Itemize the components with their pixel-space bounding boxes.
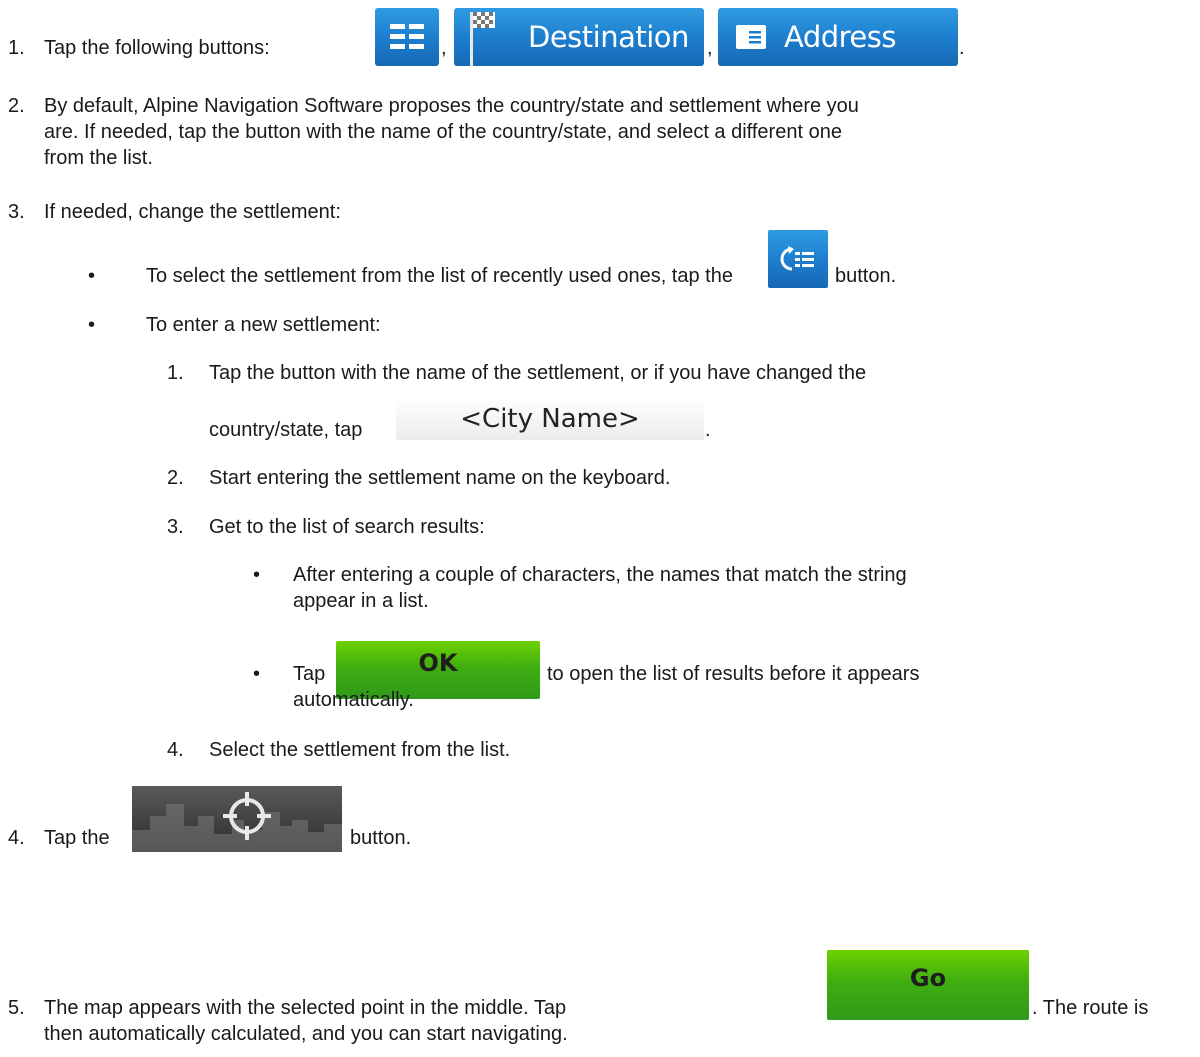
- bullet-glyph: •: [253, 663, 261, 685]
- bullet-recent-after: button.: [835, 265, 897, 287]
- step2-line-3: from the list.: [44, 147, 153, 169]
- ok-label: OK: [418, 649, 458, 677]
- step4-before: Tap the: [44, 827, 110, 849]
- city-name-button[interactable]: <City Name>: [396, 398, 704, 440]
- recent-settlements-button[interactable]: [768, 230, 828, 288]
- bullet-glyph: •: [88, 265, 96, 287]
- sub4-text: Select the settlement from the list.: [209, 739, 511, 761]
- step4-after: button.: [350, 827, 412, 849]
- menu-grid-icon: [390, 24, 424, 49]
- bullet-new-text: To enter a new settlement:: [146, 314, 381, 336]
- sub3-bullet2-line-2: automatically.: [293, 689, 414, 711]
- address-label: Address: [784, 20, 897, 54]
- go-label: Go: [909, 964, 947, 992]
- sub1-line-2: country/state, tap: [209, 419, 363, 441]
- go-button[interactable]: Go: [827, 950, 1029, 1020]
- sub2-text: Start entering the settlement name on th…: [209, 467, 671, 489]
- step1-comma-1: ,: [441, 37, 447, 59]
- address-button[interactable]: Address: [718, 8, 958, 66]
- checkered-flag-icon: [470, 12, 495, 66]
- sub1-number: 1.: [167, 362, 184, 384]
- map-crosshair-icon: [132, 792, 342, 852]
- step1-text: Tap the following buttons:: [44, 37, 270, 59]
- sub3-bullet2-after: to open the list of results before it ap…: [547, 663, 920, 685]
- sub3-text: Get to the list of search results:: [209, 516, 485, 538]
- document-icon: [736, 25, 766, 49]
- menu-button[interactable]: [375, 8, 439, 66]
- city-name-label: <City Name>: [460, 404, 640, 434]
- step5-number: 5.: [8, 997, 25, 1019]
- step2-number: 2.: [8, 95, 25, 117]
- step2-line-2: are. If needed, tap the button with the …: [44, 121, 842, 143]
- step5-line-2: then automatically calculated, and you c…: [44, 1023, 568, 1045]
- sub3-bullet1-line-1: After entering a couple of characters, t…: [293, 564, 907, 586]
- step5-after: . The route is: [1032, 997, 1149, 1019]
- step3-text: If needed, change the settlement:: [44, 201, 341, 223]
- bullet-glyph: •: [253, 564, 261, 586]
- bullet-recent-text: To select the settlement from the list o…: [146, 265, 733, 287]
- step4-number: 4.: [8, 827, 25, 849]
- recent-list-icon: [780, 246, 814, 271]
- destination-label: Destination: [528, 20, 689, 54]
- sub2-number: 2.: [167, 467, 184, 489]
- sub1-period: .: [705, 419, 711, 441]
- step2-line-1: By default, Alpine Navigation Software p…: [44, 95, 859, 117]
- step5-before: The map appears with the selected point …: [44, 997, 567, 1019]
- step3-number: 3.: [8, 201, 25, 223]
- sub3-bullet2-before: Tap: [293, 663, 326, 685]
- select-point-button[interactable]: [132, 786, 342, 852]
- bullet-glyph: •: [88, 314, 96, 336]
- sub3-number: 3.: [167, 516, 184, 538]
- sub1-line-1: Tap the button with the name of the sett…: [209, 362, 867, 384]
- step1-number: 1.: [8, 37, 25, 59]
- destination-button[interactable]: Destination: [454, 8, 704, 66]
- step1-period: .: [959, 37, 965, 59]
- sub4-number: 4.: [167, 739, 184, 761]
- sub3-bullet1-line-2: appear in a list.: [293, 590, 429, 612]
- step1-comma-2: ,: [707, 37, 713, 59]
